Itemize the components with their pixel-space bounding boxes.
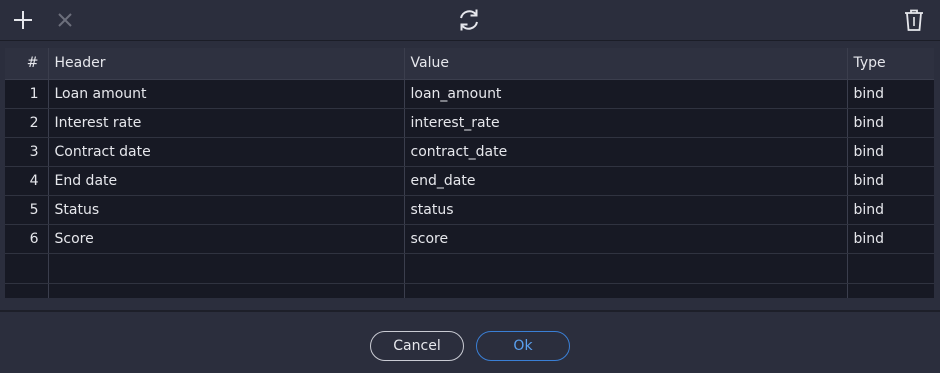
value-cell[interactable] [404, 253, 848, 284]
delete-all-button[interactable] [900, 6, 928, 34]
table-row[interactable]: 2 Interest rate interest_rate bind [5, 108, 934, 138]
column-header-num[interactable]: # [5, 48, 49, 80]
refresh-icon [460, 9, 478, 31]
row-number: 6 [5, 224, 49, 254]
refresh-button[interactable] [455, 6, 483, 34]
cancel-button[interactable]: Cancel [370, 331, 464, 361]
dialog-footer: Cancel Ok [0, 312, 940, 373]
type-cell[interactable]: bind [847, 195, 934, 225]
table-row[interactable]: 1 Loan amount loan_amount bind [5, 79, 934, 109]
empty-row[interactable] [5, 283, 934, 298]
header-cell[interactable]: Contract date [48, 137, 405, 167]
type-cell[interactable]: bind [847, 137, 934, 167]
header-cell[interactable] [48, 283, 405, 298]
header-cell[interactable]: Score [48, 224, 405, 254]
type-cell[interactable]: bind [847, 108, 934, 138]
table-row[interactable]: 5 Status status bind [5, 195, 934, 225]
row-number [5, 283, 49, 298]
value-cell[interactable] [404, 283, 848, 298]
row-number: 1 [5, 79, 49, 109]
value-cell[interactable]: status [404, 195, 848, 225]
value-cell[interactable]: loan_amount [404, 79, 848, 109]
plus-icon [14, 11, 32, 29]
header-cell[interactable] [48, 253, 405, 284]
row-number: 3 [5, 137, 49, 167]
empty-row[interactable] [5, 253, 934, 284]
type-cell[interactable] [847, 283, 934, 298]
toolbar [0, 0, 940, 40]
column-header-header[interactable]: Header [48, 48, 405, 80]
row-number: 2 [5, 108, 49, 138]
header-cell[interactable]: End date [48, 166, 405, 196]
header-cell[interactable]: Interest rate [48, 108, 405, 138]
remove-row-button[interactable] [51, 6, 79, 34]
value-cell[interactable]: score [404, 224, 848, 254]
type-cell[interactable]: bind [847, 79, 934, 109]
trash-icon [905, 9, 923, 31]
ok-button[interactable]: Ok [476, 331, 570, 361]
table-row[interactable]: 4 End date end_date bind [5, 166, 934, 196]
type-cell[interactable]: bind [847, 166, 934, 196]
close-icon [58, 13, 72, 27]
mapping-table: # Header Value Type 1 Loan amount loan_a… [5, 48, 934, 298]
column-header-type[interactable]: Type [847, 48, 934, 80]
value-cell[interactable]: end_date [404, 166, 848, 196]
row-number: 5 [5, 195, 49, 225]
type-cell[interactable]: bind [847, 224, 934, 254]
type-cell[interactable] [847, 253, 934, 284]
row-number [5, 253, 49, 284]
table-header-row: # Header Value Type [5, 48, 934, 80]
column-header-value[interactable]: Value [404, 48, 848, 80]
row-number: 4 [5, 166, 49, 196]
value-cell[interactable]: interest_rate [404, 108, 848, 138]
add-row-button[interactable] [9, 6, 37, 34]
header-cell[interactable]: Status [48, 195, 405, 225]
table-row[interactable]: 3 Contract date contract_date bind [5, 137, 934, 167]
grid-container: # Header Value Type 1 Loan amount loan_a… [0, 40, 940, 312]
value-cell[interactable]: contract_date [404, 137, 848, 167]
header-cell[interactable]: Loan amount [48, 79, 405, 109]
table-row[interactable]: 6 Score score bind [5, 224, 934, 254]
